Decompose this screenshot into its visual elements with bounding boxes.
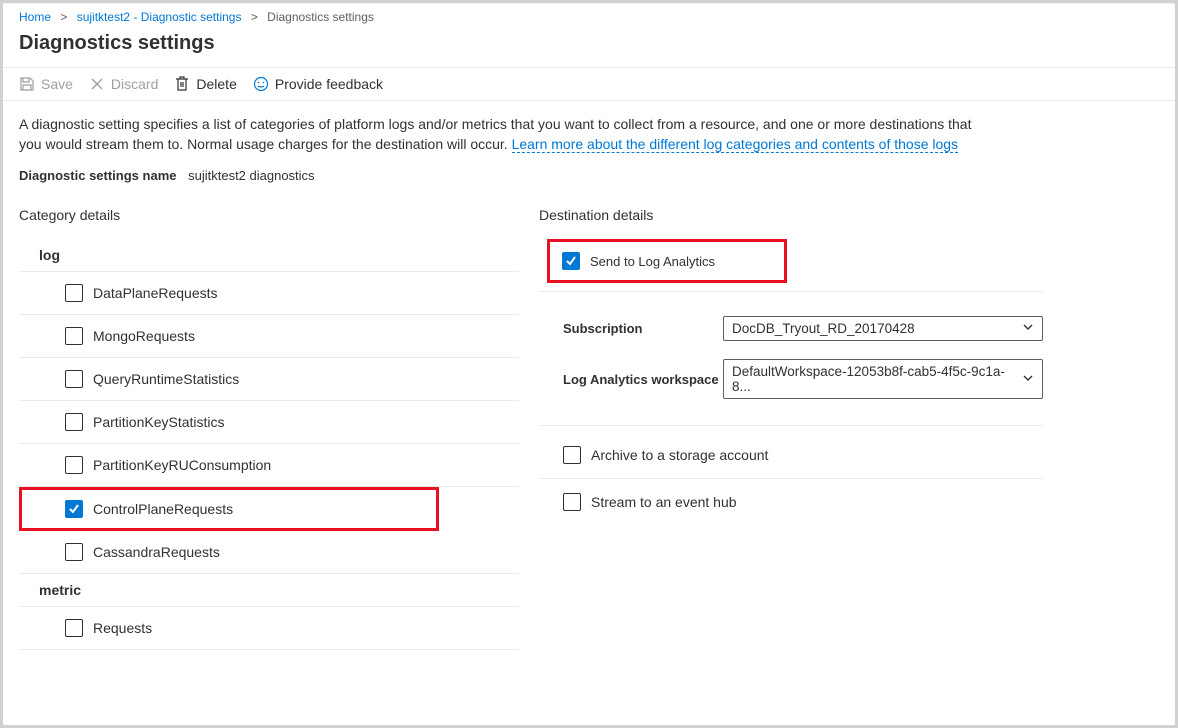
save-label: Save (41, 76, 73, 92)
chevron-down-icon (1022, 372, 1034, 387)
metric-item-requests[interactable]: Requests (19, 607, 519, 650)
send-log-analytics-label: Send to Log Analytics (590, 254, 715, 269)
checkbox-label: MongoRequests (93, 328, 195, 344)
breadcrumb-item1[interactable]: sujitktest2 - Diagnostic settings (77, 10, 242, 24)
checkbox-icon[interactable] (65, 284, 83, 302)
page-title: Diagnostics settings (3, 28, 1175, 67)
archive-storage-row[interactable]: Archive to a storage account (539, 432, 1043, 479)
discard-button[interactable]: Discard (89, 76, 158, 92)
checkbox-icon[interactable] (65, 619, 83, 637)
breadcrumb: Home > sujitktest2 - Diagnostic settings… (3, 3, 1175, 28)
archive-storage-label: Archive to a storage account (591, 447, 768, 463)
checkbox-icon[interactable] (563, 446, 581, 464)
log-item-partitionkeyruconsumption[interactable]: PartitionKeyRUConsumption (19, 444, 519, 487)
toolbar: Save Discard Delete Provide feedback (3, 67, 1175, 101)
log-item-partitionkeystatistics[interactable]: PartitionKeyStatistics (19, 401, 519, 444)
discard-label: Discard (111, 76, 158, 92)
checkbox-icon[interactable] (65, 370, 83, 388)
log-item-queryruntimestatistics[interactable]: QueryRuntimeStatistics (19, 358, 519, 401)
stream-eventhub-row[interactable]: Stream to an event hub (539, 479, 1043, 525)
workspace-label: Log Analytics workspace (563, 372, 723, 387)
checkbox-label: PartitionKeyRUConsumption (93, 457, 271, 473)
send-log-analytics-row[interactable]: Send to Log Analytics (547, 239, 787, 283)
delete-label: Delete (196, 76, 236, 92)
log-item-mongorequests[interactable]: MongoRequests (19, 315, 519, 358)
checkbox-icon[interactable] (65, 413, 83, 431)
chevron-right-icon: > (251, 10, 258, 24)
subscription-value: DocDB_Tryout_RD_20170428 (732, 321, 915, 336)
breadcrumb-current: Diagnostics settings (267, 10, 374, 24)
log-item-controlplanerequests[interactable]: ControlPlaneRequests (19, 487, 439, 531)
destination-details-heading: Destination details (539, 207, 1043, 223)
subscription-select[interactable]: DocDB_Tryout_RD_20170428 (723, 316, 1043, 341)
delete-button[interactable]: Delete (174, 76, 236, 92)
settings-name-label: Diagnostic settings name (19, 168, 176, 183)
trash-icon (174, 76, 190, 92)
description-text: A diagnostic setting specifies a list of… (19, 115, 979, 154)
workspace-value: DefaultWorkspace-12053b8f-cab5-4f5c-9c1a… (732, 364, 1014, 394)
workspace-select[interactable]: DefaultWorkspace-12053b8f-cab5-4f5c-9c1a… (723, 359, 1043, 399)
learn-more-link[interactable]: Learn more about the different log categ… (512, 136, 958, 153)
checkbox-label: CassandraRequests (93, 544, 220, 560)
checkbox-icon[interactable] (65, 456, 83, 474)
close-icon (89, 76, 105, 92)
smiley-icon (253, 76, 269, 92)
category-details-heading: Category details (19, 207, 519, 223)
breadcrumb-home[interactable]: Home (19, 10, 51, 24)
settings-name-value: sujitktest2 diagnostics (188, 168, 314, 183)
category-details-column: Category details log DataPlaneRequests M… (19, 207, 519, 650)
checkbox-label: DataPlaneRequests (93, 285, 218, 301)
checkbox-label: ControlPlaneRequests (93, 501, 233, 517)
subscription-label: Subscription (563, 321, 723, 336)
chevron-right-icon: > (60, 10, 67, 24)
save-button[interactable]: Save (19, 76, 73, 92)
feedback-label: Provide feedback (275, 76, 383, 92)
destination-details-column: Destination details Send to Log Analytic… (539, 207, 1043, 650)
chevron-down-icon (1022, 321, 1034, 336)
log-item-cassandrarequests[interactable]: CassandraRequests (19, 531, 519, 574)
log-group-header: log (19, 239, 519, 272)
checkbox-label: QueryRuntimeStatistics (93, 371, 239, 387)
log-item-dataplanerequests[interactable]: DataPlaneRequests (19, 272, 519, 315)
checkbox-icon[interactable] (65, 327, 83, 345)
settings-name-row: Diagnostic settings name sujitktest2 dia… (19, 168, 1027, 183)
checkbox-icon[interactable] (563, 493, 581, 511)
checkbox-icon[interactable] (65, 500, 83, 518)
metric-group-header: metric (19, 574, 519, 607)
feedback-button[interactable]: Provide feedback (253, 76, 383, 92)
checkbox-label: Requests (93, 620, 152, 636)
log-analytics-form: Subscription DocDB_Tryout_RD_20170428 Lo… (539, 298, 1043, 426)
stream-eventhub-label: Stream to an event hub (591, 494, 737, 510)
checkbox-icon[interactable] (562, 252, 580, 270)
content-area: A diagnostic setting specifies a list of… (3, 101, 1043, 664)
save-icon (19, 76, 35, 92)
checkbox-icon[interactable] (65, 543, 83, 561)
checkbox-label: PartitionKeyStatistics (93, 414, 225, 430)
